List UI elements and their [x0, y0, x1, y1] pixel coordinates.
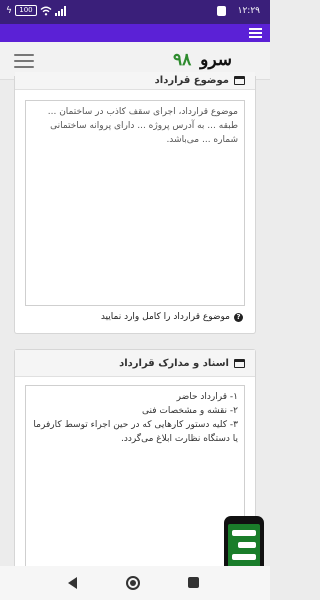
back-triangle-icon[interactable] [68, 577, 77, 589]
home-circle-icon[interactable] [126, 576, 140, 590]
contract-subject-hint: ? موضوع قرارداد را کامل وارد نمایید [101, 312, 243, 322]
status-time: ۱۲:۲۹ [237, 6, 260, 16]
status-bar: ϟ 100 ۱۲:۲۹ [0, 0, 270, 24]
contract-subject-header: موضوع قرارداد [15, 72, 255, 90]
contract-subject-textarea[interactable]: موضوع قرارداد، اجرای سقف کاذب در ساختمان… [25, 100, 245, 306]
system-nav-bar [0, 566, 270, 600]
recent-square-icon[interactable] [188, 577, 199, 588]
contract-subject-title: موضوع قرارداد [154, 75, 229, 86]
charging-icon: ϟ [6, 5, 12, 16]
signal-icon [54, 5, 66, 16]
window-icon [234, 358, 245, 368]
contract-documents-title: اسناد و مدارک قرارداد [119, 357, 229, 369]
logo-number: ۹۸ [172, 50, 192, 70]
hamburger-icon[interactable] [14, 54, 34, 68]
contract-subject-card: موضوع قرارداد موضوع قرارداد، اجرای سقف ک… [14, 72, 256, 334]
status-icons: ϟ 100 [6, 5, 66, 16]
contract-documents-header: اسناد و مدارک قرارداد [15, 350, 255, 377]
question-circle-icon: ? [234, 312, 243, 322]
battery-icon: 100 [14, 5, 37, 16]
app-logo: سرو ۹۸ [173, 50, 232, 70]
contract-documents-textarea[interactable]: ۱- قرارداد حاضر ۲- نقشه و مشخصات فنی ۳- … [25, 385, 245, 585]
logo-word: سرو [200, 50, 232, 70]
wifi-icon [40, 6, 52, 15]
app-notification-icon [217, 6, 226, 16]
top-bar [0, 24, 270, 42]
top-menu-icon[interactable] [249, 28, 262, 38]
contract-subject-hint-text: موضوع قرارداد را کامل وارد نمایید [100, 312, 230, 322]
contract-documents-card: اسناد و مدارک قرارداد ۱- قرارداد حاضر ۲-… [14, 349, 256, 585]
window-icon [234, 76, 245, 85]
